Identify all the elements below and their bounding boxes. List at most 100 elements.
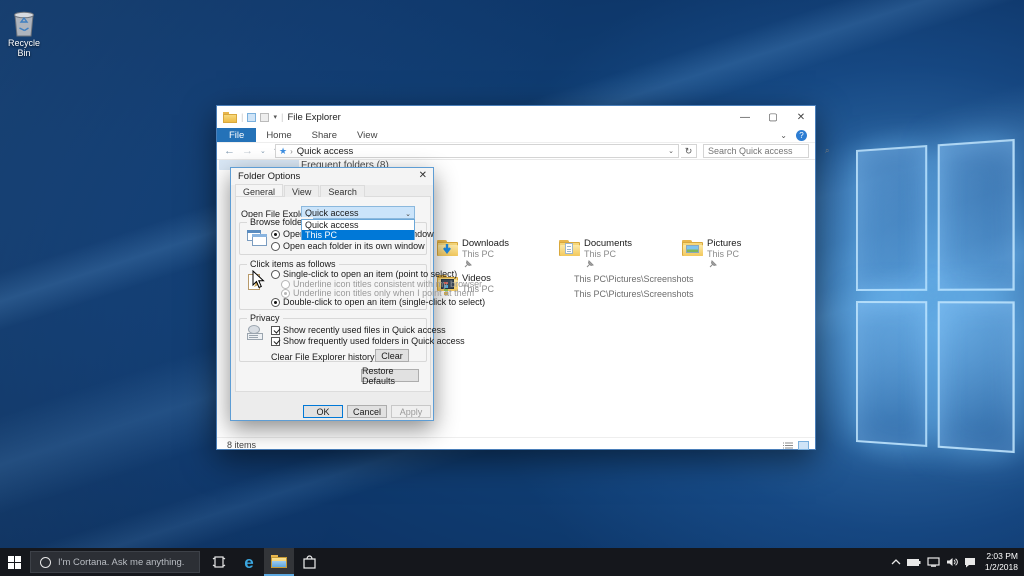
recent-file-path[interactable]: This PC\Pictures\Screenshots	[574, 274, 694, 284]
volume-icon[interactable]	[946, 557, 958, 567]
recent-file-path[interactable]: This PC\Pictures\Screenshots	[574, 289, 694, 299]
explorer-titlebar[interactable]: | ▾ | File Explorer — ▢ ✕	[217, 106, 815, 128]
cortana-icon	[40, 556, 51, 568]
start-button[interactable]	[0, 548, 28, 576]
breadcrumb[interactable]: Quick access	[293, 146, 354, 157]
dropdown-option-quick-access[interactable]: Quick access	[302, 220, 414, 230]
recycle-bin-shortcut[interactable]: Recycle Bin	[2, 8, 46, 58]
thumbnail-view-icon[interactable]	[798, 440, 809, 450]
click-items-legend: Click items as follows	[247, 259, 339, 269]
restore-defaults-button[interactable]: Restore Defaults	[361, 366, 419, 386]
apply-button[interactable]: Apply	[391, 405, 431, 418]
windows-logo	[856, 138, 1015, 454]
recycle-bin-label: Recycle Bin	[7, 38, 40, 58]
tab-view[interactable]: View	[347, 128, 387, 142]
network-icon[interactable]	[927, 557, 940, 567]
dialog-tab-search[interactable]: Search	[320, 185, 365, 197]
minimize-button[interactable]: —	[731, 106, 759, 128]
checkbox-frequent-folders[interactable]	[271, 337, 280, 346]
file-explorer-button[interactable]	[264, 548, 294, 576]
details-view-icon[interactable]	[783, 441, 794, 450]
search-icon: ⌕	[825, 146, 830, 155]
help-icon[interactable]: ?	[796, 130, 807, 141]
dropdown-option-this-pc[interactable]: This PC	[302, 230, 414, 240]
qat-separator: |	[241, 111, 244, 123]
item-location: This PC	[584, 249, 617, 259]
qat-properties-icon[interactable]	[247, 112, 257, 122]
dialog-tab-general[interactable]: General	[235, 184, 284, 197]
quick-access-star-icon: ★	[279, 145, 288, 156]
browse-folders-icon	[247, 230, 267, 246]
dialog-tab-view[interactable]: View	[284, 185, 320, 197]
folder-item-documents[interactable]: Documents This PC	[559, 238, 677, 270]
clear-button[interactable]: Clear	[375, 349, 409, 362]
clock-time: 2:03 PM	[986, 551, 1018, 562]
status-bar: 8 items	[217, 437, 815, 452]
address-bar-row: ← → ⌄ ↑ ★ › Quick access ⌄ ↻ ⌕	[217, 143, 829, 160]
tray-expand-icon[interactable]	[891, 558, 901, 566]
explorer-app-icon	[223, 111, 237, 123]
clock-date: 1/2/2018	[984, 562, 1018, 572]
checkbox-recent-files[interactable]	[271, 326, 280, 335]
open-to-combobox[interactable]: Quick access ⌄	[301, 206, 415, 219]
radio-underline-browser	[281, 280, 290, 289]
qat-customize-icon[interactable]: ▾	[273, 113, 277, 121]
cancel-button[interactable]: Cancel	[347, 405, 387, 418]
document-glyph	[565, 243, 573, 254]
address-dropdown-icon[interactable]: ⌄	[668, 147, 678, 155]
tab-home[interactable]: Home	[256, 128, 301, 142]
start-icon	[7, 555, 21, 569]
battery-icon[interactable]	[906, 558, 921, 567]
checkbox-frequent-folders-label[interactable]: Show frequently used folders in Quick ac…	[283, 336, 465, 346]
window-title: File Explorer	[287, 111, 341, 123]
folder-item-pictures[interactable]: Pictures This PC	[682, 238, 800, 270]
file-explorer-icon	[271, 554, 287, 568]
item-name: Pictures	[707, 238, 742, 249]
item-name: Documents	[584, 238, 633, 249]
edge-button[interactable]: e	[234, 548, 264, 576]
recent-locations-icon[interactable]: ⌄	[260, 147, 266, 155]
radio-single-click-label[interactable]: Single-click to open an item (point to s…	[283, 269, 457, 279]
cortana-placeholder: I'm Cortana. Ask me anything.	[58, 556, 185, 568]
privacy-icon	[247, 325, 265, 341]
close-button[interactable]: ✕	[787, 106, 815, 128]
taskbar: I'm Cortana. Ask me anything. e 2:03 PM …	[0, 548, 1024, 576]
radio-double-click-label[interactable]: Double-click to open an item (single-cli…	[283, 297, 485, 307]
search-box[interactable]: ⌕	[703, 144, 829, 158]
maximize-button[interactable]: ▢	[759, 106, 787, 128]
dialog-title: Folder Options	[238, 171, 301, 182]
radio-double-click[interactable]	[271, 298, 280, 307]
qat-new-folder-icon[interactable]	[260, 112, 270, 122]
radio-own-window[interactable]	[271, 242, 280, 251]
store-icon	[302, 555, 316, 569]
dialog-tabs: General View Search	[235, 184, 366, 197]
folder-item-downloads[interactable]: Downloads This PC	[437, 238, 555, 270]
refresh-icon[interactable]: ↻	[681, 144, 697, 158]
tab-share[interactable]: Share	[302, 128, 347, 142]
task-view-button[interactable]	[204, 548, 234, 576]
open-to-dropdown-list[interactable]: Quick access This PC	[301, 219, 415, 240]
item-name: Downloads	[462, 238, 509, 249]
search-input[interactable]	[704, 146, 825, 156]
radio-own-window-label[interactable]: Open each folder in its own window	[283, 241, 425, 251]
item-count: 8 items	[227, 440, 257, 450]
tab-file[interactable]: File	[217, 128, 257, 142]
pin-icon	[464, 260, 472, 268]
task-view-icon	[212, 556, 226, 568]
chevron-down-icon: ⌄	[405, 211, 411, 218]
dialog-close-icon[interactable]: ✕	[419, 170, 427, 181]
windows-logo-pane	[856, 145, 928, 291]
store-button[interactable]	[294, 548, 324, 576]
checkbox-recent-files-label[interactable]: Show recently used files in Quick access	[283, 325, 446, 335]
address-bar[interactable]: ★ › Quick access ⌄	[275, 144, 679, 158]
forward-icon[interactable]: →	[242, 145, 253, 157]
cortana-search-box[interactable]: I'm Cortana. Ask me anything.	[30, 551, 200, 573]
back-icon[interactable]: ←	[224, 145, 235, 157]
dialog-titlebar[interactable]: Folder Options ✕	[231, 168, 433, 185]
radio-same-window[interactable]	[271, 230, 280, 239]
ok-button[interactable]: OK	[303, 405, 343, 418]
taskbar-clock[interactable]: 2:03 PM 1/2/2018	[982, 551, 1018, 572]
action-center-icon[interactable]	[964, 557, 976, 568]
radio-single-click[interactable]	[271, 270, 280, 279]
ribbon-expand-icon[interactable]: ⌄	[780, 131, 787, 140]
